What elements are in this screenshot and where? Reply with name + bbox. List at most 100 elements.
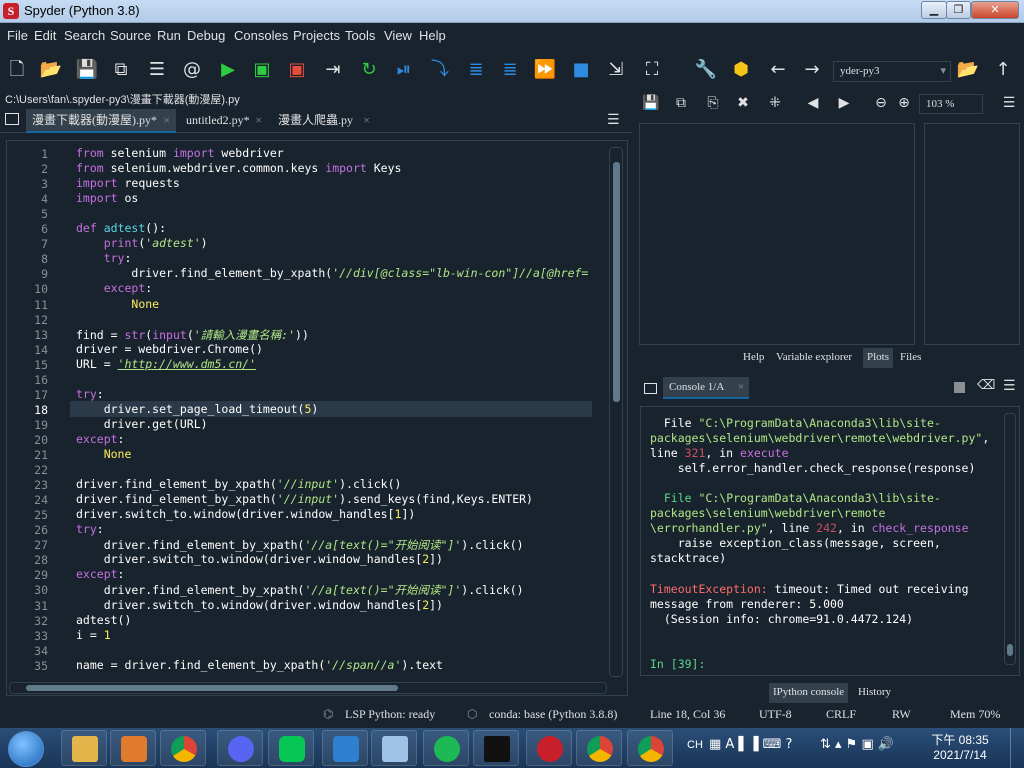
console-output[interactable]: File "C:\ProgramData\Anaconda3\lib\site-… bbox=[640, 406, 1020, 676]
code-line[interactable]: find = str(input('請輸入漫畫名稱:')) bbox=[76, 327, 309, 343]
python-path-icon[interactable]: ⬢ bbox=[728, 57, 754, 83]
line-number[interactable]: 20 bbox=[8, 433, 48, 447]
close-tab-icon[interactable]: × bbox=[255, 109, 262, 131]
line-number[interactable]: 34 bbox=[8, 644, 48, 658]
green-circle-app-icon[interactable] bbox=[423, 730, 469, 766]
media-player-icon[interactable] bbox=[110, 730, 156, 766]
menu-edit[interactable]: Edit bbox=[34, 28, 56, 43]
code-editor[interactable]: 1 2 3 4 5 6 7 8 9 10 11 12 13 14 15 16 17 18 19 20 21 22 23 24 2… bbox=[6, 140, 628, 696]
code-line[interactable]: try: bbox=[76, 251, 132, 265]
copy-plot-icon[interactable]: ⎘ bbox=[704, 95, 722, 111]
notepad-icon[interactable] bbox=[371, 730, 417, 766]
tab-variable-explorer[interactable]: Variable explorer bbox=[772, 348, 857, 368]
close-tab-icon[interactable]: × bbox=[163, 109, 170, 131]
menu-search[interactable]: Search bbox=[64, 28, 105, 43]
spyder-taskbar-icon[interactable] bbox=[526, 730, 572, 766]
line-number[interactable]: 15 bbox=[8, 358, 48, 372]
scrollbar-thumb[interactable] bbox=[1007, 644, 1013, 656]
step-icon[interactable]: ⤵ bbox=[427, 57, 453, 83]
code-line[interactable]: from selenium.webdriver.common.keys impo… bbox=[76, 161, 401, 175]
run-selection-icon[interactable]: ⇥ bbox=[320, 57, 346, 83]
line-number[interactable]: 11 bbox=[8, 298, 48, 312]
line-number[interactable]: 17 bbox=[8, 388, 48, 402]
code-line[interactable]: URL = 'http://www.dm5.cn/' bbox=[76, 357, 256, 371]
maximize-button[interactable]: ❐ bbox=[946, 1, 971, 19]
code-line[interactable]: driver.find_element_by_xpath('//input').… bbox=[76, 492, 533, 506]
browse-folder-icon[interactable]: 📂 bbox=[955, 57, 981, 83]
editor-tab-1[interactable]: 漫畫下載器(動漫屋).py* × bbox=[26, 109, 176, 133]
console-tab[interactable]: Console 1/A × bbox=[663, 377, 749, 399]
code-line[interactable]: driver.get(URL) bbox=[76, 417, 208, 431]
back-arrow-icon[interactable]: ← bbox=[765, 57, 791, 83]
line-number[interactable]: 16 bbox=[8, 373, 48, 387]
line-icon[interactable] bbox=[268, 730, 314, 766]
code-line[interactable]: driver.set_page_load_timeout(5) bbox=[76, 402, 319, 416]
tab-plots[interactable]: Plots bbox=[863, 348, 894, 368]
code-line[interactable]: adtest() bbox=[76, 613, 131, 627]
close-tab-icon[interactable]: × bbox=[363, 109, 370, 131]
minimize-button[interactable]: ▁ bbox=[921, 1, 947, 19]
line-number[interactable]: 25 bbox=[8, 508, 48, 522]
command-prompt-icon[interactable] bbox=[473, 730, 519, 766]
chrome-icon[interactable] bbox=[627, 730, 673, 766]
menu-view[interactable]: View bbox=[384, 28, 412, 43]
editor-tab-2[interactable]: untitled2.py* × bbox=[180, 109, 268, 133]
code-line[interactable]: driver.find_element_by_xpath('//a[text()… bbox=[76, 537, 524, 553]
save-icon[interactable]: 💾 bbox=[74, 57, 100, 83]
line-number[interactable]: 28 bbox=[8, 553, 48, 567]
input-language[interactable]: CH bbox=[687, 739, 703, 751]
code-line[interactable]: None bbox=[76, 447, 132, 461]
file-explorer-icon[interactable] bbox=[61, 730, 107, 766]
line-number[interactable]: 1 bbox=[8, 147, 48, 161]
working-directory-combo[interactable]: yder-py3 ▾ bbox=[833, 61, 951, 82]
line-number[interactable]: 26 bbox=[8, 523, 48, 537]
chrome-icon[interactable] bbox=[160, 730, 206, 766]
menu-debug[interactable]: Debug bbox=[187, 28, 225, 43]
line-number[interactable]: 19 bbox=[8, 418, 48, 432]
line-number[interactable]: 21 bbox=[8, 448, 48, 462]
step-return-icon[interactable]: ≣ bbox=[497, 57, 523, 83]
code-line[interactable]: import requests bbox=[76, 176, 180, 190]
run-icon[interactable]: ▶ bbox=[215, 57, 241, 83]
line-number[interactable]: 23 bbox=[8, 478, 48, 492]
code-line[interactable]: import os bbox=[76, 191, 138, 205]
line-number[interactable]: 29 bbox=[8, 568, 48, 582]
fullscreen-icon[interactable]: ⛶ bbox=[639, 57, 665, 83]
step-into-icon[interactable]: ≣ bbox=[463, 57, 489, 83]
code-line[interactable]: from selenium import webdriver bbox=[76, 146, 284, 160]
vertical-scrollbar[interactable] bbox=[1004, 413, 1016, 665]
code-line[interactable]: None bbox=[76, 297, 159, 311]
show-desktop-button[interactable] bbox=[1010, 728, 1024, 768]
line-number[interactable]: 18 bbox=[8, 403, 48, 417]
open-file-icon[interactable]: 📂 bbox=[38, 57, 64, 83]
code-line[interactable]: except: bbox=[76, 432, 124, 446]
interrupt-kernel-icon[interactable] bbox=[954, 382, 965, 393]
continue-icon[interactable]: ⏩ bbox=[532, 57, 558, 83]
file-switcher-icon[interactable]: ☰ bbox=[144, 57, 170, 83]
run-cell-icon[interactable]: ▣ bbox=[249, 57, 275, 83]
line-number[interactable]: 2 bbox=[8, 162, 48, 176]
editor-menu-icon[interactable]: ☰ bbox=[607, 112, 620, 128]
line-number[interactable]: 27 bbox=[8, 538, 48, 552]
chrome-icon[interactable] bbox=[576, 730, 622, 766]
pane-options-icon[interactable] bbox=[644, 383, 657, 394]
line-number[interactable]: 5 bbox=[8, 207, 48, 221]
discord-icon[interactable] bbox=[217, 730, 263, 766]
line-number[interactable]: 14 bbox=[8, 343, 48, 357]
line-number[interactable]: 32 bbox=[8, 614, 48, 628]
tab-files[interactable]: Files bbox=[896, 348, 926, 368]
close-window-button[interactable]: ✕ bbox=[971, 1, 1019, 19]
parent-directory-icon[interactable]: ↑ bbox=[990, 57, 1016, 83]
debug-icon[interactable]: ⏯ bbox=[391, 57, 417, 83]
line-number[interactable]: 35 bbox=[8, 659, 48, 673]
stop-debug-icon[interactable]: ■ bbox=[568, 57, 594, 83]
previous-plot-icon[interactable]: ◀ bbox=[804, 95, 822, 111]
line-number[interactable]: 24 bbox=[8, 493, 48, 507]
line-number[interactable]: 22 bbox=[8, 463, 48, 477]
line-number[interactable]: 3 bbox=[8, 177, 48, 191]
save-all-plots-icon[interactable]: ⧉ bbox=[672, 95, 690, 111]
shark-app-icon[interactable] bbox=[322, 730, 368, 766]
maximize-pane-icon[interactable]: ⇲ bbox=[603, 57, 629, 83]
close-tab-icon[interactable]: × bbox=[738, 377, 744, 397]
code-line[interactable]: def adtest(): bbox=[76, 221, 166, 235]
